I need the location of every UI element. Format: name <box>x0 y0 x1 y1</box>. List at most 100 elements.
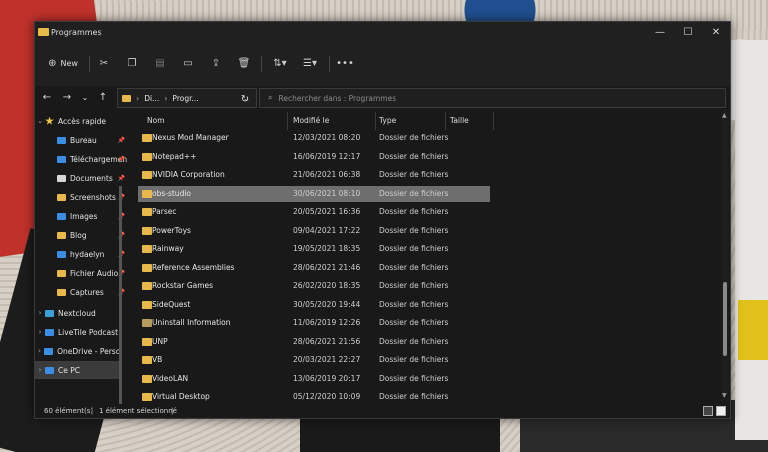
chevron-right-icon[interactable]: › <box>35 328 45 336</box>
delete-button[interactable]: 🗑 <box>235 52 253 74</box>
table-row[interactable]: Parsec 20/05/2021 16:36 Dossier de fichier… <box>138 204 490 220</box>
column-divider[interactable] <box>287 112 288 130</box>
scrollbar-thumb[interactable] <box>723 282 727 356</box>
close-button[interactable]: ✕ <box>701 24 731 42</box>
address-path[interactable]: › Di... › Progr... ⌄ <box>117 88 257 108</box>
file-date: 28/06/2021 21:56 <box>293 336 361 346</box>
file-date: 20/05/2021 16:36 <box>293 207 361 216</box>
sidebar-item[interactable]: › Ce PC <box>35 361 119 379</box>
sidebar-item[interactable]: Documents 📌 <box>35 169 131 187</box>
sidebar-item[interactable]: Images📌 <box>35 207 131 225</box>
path-segment[interactable]: Di... <box>144 94 159 103</box>
cut-button[interactable]: ✂ <box>95 52 113 74</box>
sidebar-item[interactable]: Screenshots📌 <box>35 188 131 206</box>
file-type: Dossier de fichiers <box>379 355 449 364</box>
pin-icon: 📌 <box>117 136 125 144</box>
copy-button[interactable]: ❐ <box>123 52 141 74</box>
column-divider[interactable] <box>445 112 446 130</box>
more-button[interactable]: ••• <box>335 52 355 74</box>
window-title: Programmes <box>51 28 102 37</box>
vertical-scrollbar[interactable]: ▲ ▼ <box>721 110 729 402</box>
sidebar-item[interactable]: Bureau 📌 <box>35 131 131 149</box>
file-name: Reference Assemblies <box>152 262 235 272</box>
table-row[interactable]: obs-studio 30/06/2021 08:10 Dossier de fic… <box>138 185 490 202</box>
chevron-down-icon[interactable]: ⌄ <box>35 117 45 125</box>
table-row[interactable]: Uninstall Information 11/06/2019 12:26 Dos… <box>138 315 490 331</box>
title-bar[interactable]: Programmes — ☐ ✕ <box>35 22 730 44</box>
folder-icon <box>57 174 66 182</box>
rename-icon: ▭ <box>183 57 193 69</box>
copy-icon: ❐ <box>127 57 137 69</box>
sidebar-item[interactable]: Téléchargemen 📌 <box>35 150 131 168</box>
more-icon: ••• <box>336 57 354 69</box>
recent-locations-button[interactable]: ⌄ <box>77 90 93 106</box>
up-button[interactable]: ↑ <box>95 90 111 106</box>
column-size[interactable]: Taille <box>450 116 469 125</box>
scroll-down-icon[interactable]: ▼ <box>722 392 727 399</box>
file-date: 16/06/2019 12:17 <box>293 151 361 161</box>
refresh-button[interactable]: ↻ <box>237 92 253 108</box>
table-row[interactable]: Reference Assemblies 28/06/2021 21:46 Doss… <box>138 260 490 276</box>
file-date: 05/12/2020 10:09 <box>293 392 361 401</box>
file-date: 19/05/2021 18:35 <box>293 244 361 253</box>
table-row[interactable]: VB 20/03/2021 22:27 Dossier de fichiers <box>138 352 490 368</box>
navigation-pane: ⌄ Accès rapide Bureau 📌 Téléchargemen 📌 Docu… <box>35 112 131 404</box>
folder-icon <box>142 337 152 346</box>
sidebar-item[interactable]: › LiveTile Podcast <box>35 323 119 341</box>
column-type[interactable]: Type <box>379 116 396 125</box>
sidebar-item-label: Screenshots <box>70 192 116 202</box>
file-type: Dossier de fichiers <box>379 373 449 383</box>
view-button[interactable]: ☰▾ <box>297 52 323 74</box>
paste-button[interactable]: ▤ <box>151 52 169 74</box>
sidebar-item[interactable]: hydaelyn📌 <box>35 245 131 263</box>
table-row[interactable]: NVIDIA Corporation 21/06/2021 06:38 Dossie… <box>138 167 490 183</box>
minimize-button[interactable]: — <box>645 24 675 42</box>
column-modified[interactable]: Modifié le <box>293 116 329 125</box>
table-row[interactable]: SideQuest 30/05/2020 19:44 Dossier de fich… <box>138 297 490 313</box>
sidebar-item-label: Ce PC <box>58 365 80 375</box>
divider <box>89 56 90 72</box>
table-row[interactable]: Rainway 19/05/2021 18:35 Dossier de fichie… <box>138 241 490 257</box>
sort-button[interactable]: ⇅▾ <box>267 52 293 74</box>
column-divider[interactable] <box>375 112 376 130</box>
chevron-right-icon[interactable]: › <box>35 309 45 317</box>
table-row[interactable]: PowerToys 09/04/2021 17:22 Dossier de fich… <box>138 223 490 239</box>
sidebar-item[interactable]: Captures📌 <box>35 283 131 301</box>
new-button[interactable]: ⊕ New <box>45 52 81 74</box>
folder-icon <box>57 193 66 201</box>
folder-icon <box>142 171 152 179</box>
selection-count: 1 élément sélectionné <box>99 407 177 415</box>
forward-button[interactable]: → <box>59 90 75 106</box>
search-input[interactable]: ⌕ Rechercher dans : Programmes <box>259 88 726 108</box>
sidebar-item[interactable]: › Nextcloud <box>35 304 119 322</box>
rename-button[interactable]: ▭ <box>179 52 197 74</box>
table-row[interactable]: Nexus Mod Manager 12/03/2021 08:20 Dossier… <box>138 130 490 146</box>
file-name: Parsec <box>152 207 177 216</box>
details-view-button[interactable] <box>703 406 713 416</box>
table-row[interactable]: VideoLAN 13/06/2019 20:17 Dossier de fichi… <box>138 371 490 387</box>
back-button[interactable]: ← <box>39 90 55 106</box>
file-name: VB <box>152 355 163 364</box>
sidebar-item[interactable]: › OneDrive - Person <box>35 342 119 360</box>
view-icon: ☰▾ <box>303 57 317 69</box>
column-name[interactable]: Nom <box>147 116 165 125</box>
divider <box>329 56 330 72</box>
column-divider[interactable] <box>493 112 494 130</box>
maximize-button[interactable]: ☐ <box>673 24 703 42</box>
table-row[interactable]: Notepad++ 16/06/2019 12:17 Dossier de fich… <box>138 149 490 165</box>
table-row[interactable]: Rockstar Games 26/02/2020 18:35 Dossier de… <box>138 278 490 294</box>
share-button[interactable]: ⇪ <box>207 52 225 74</box>
path-segment[interactable]: Progr... <box>172 94 198 103</box>
chevron-right-icon[interactable]: › <box>35 366 45 374</box>
folder-icon <box>142 245 152 253</box>
sidebar-item[interactable]: Fichier Audio📌 <box>35 264 131 282</box>
table-row[interactable]: UNP 28/06/2021 21:56 Dossier de fichiers <box>138 334 490 350</box>
table-row[interactable]: Virtual Desktop 05/12/2020 10:09 Dossier d… <box>138 389 490 404</box>
file-type: Dossier de fichiers <box>379 244 449 253</box>
large-icons-view-button[interactable] <box>716 406 726 416</box>
sidebar-scrollbar[interactable] <box>119 186 122 404</box>
scroll-up-icon[interactable]: ▲ <box>722 112 727 119</box>
chevron-right-icon[interactable]: › <box>35 347 44 355</box>
sidebar-item[interactable]: Blog📌 <box>35 226 131 244</box>
sidebar-item-quick-access[interactable]: ⌄ Accès rapide <box>35 112 131 130</box>
